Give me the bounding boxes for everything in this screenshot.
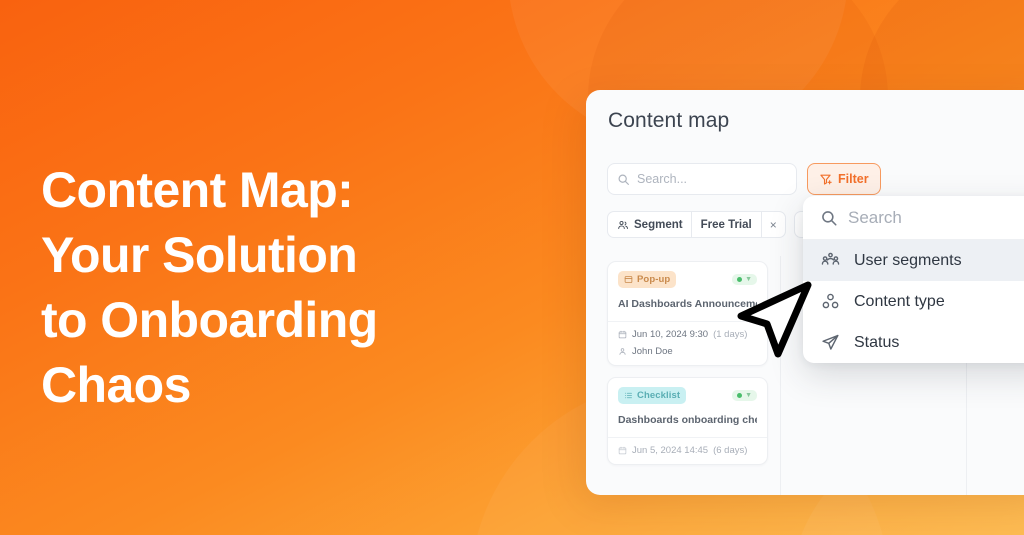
chip-field: Segment: [608, 212, 691, 237]
card-date: Jun 5, 2024 14:45: [632, 445, 709, 456]
card-status-toggle[interactable]: ▼: [732, 390, 757, 401]
status-dot: [737, 393, 743, 398]
chip-remove-icon[interactable]: ×: [760, 212, 785, 237]
toolbar: Search... Filter: [607, 163, 881, 195]
dropdown-item-user-segments[interactable]: User segments: [803, 240, 1024, 281]
dropdown-search-placeholder: Search: [848, 207, 902, 227]
badge-label: Pop-up: [637, 274, 671, 285]
search-icon: [617, 173, 630, 186]
popup-icon: [624, 275, 633, 284]
hero-banner: Content Map: Your Solution to Onboarding…: [0, 0, 1024, 535]
paper-plane-icon: [820, 332, 841, 353]
calendar-icon: [618, 446, 627, 455]
filter-button-label: Filter: [838, 172, 869, 186]
hero-headline: Content Map: Your Solution to Onboarding…: [41, 162, 378, 413]
card-status-toggle[interactable]: ▼: [732, 274, 757, 285]
card-date-line: Jun 10, 2024 9:30 (1 days): [618, 329, 757, 340]
three-circles-icon: [820, 291, 841, 312]
checklist-icon: [624, 391, 633, 400]
status-badge: Checklist: [618, 387, 687, 404]
badge-label: Checklist: [637, 390, 681, 401]
filter-plus-icon: [819, 173, 832, 186]
users-group-icon: [820, 250, 841, 271]
dropdown-item-label: User segments: [854, 251, 962, 269]
active-filter-chips: Segment Free Trial ×: [607, 211, 830, 238]
board-column-1: Pop-up ▼ AI Dashboards Announcement Jun …: [586, 256, 781, 495]
filter-chip-segment[interactable]: Segment Free Trial ×: [607, 211, 786, 238]
dropdown-item-label: Status: [854, 333, 900, 351]
dropdown-item-status[interactable]: Status: [803, 322, 1024, 363]
dropdown-search-input[interactable]: Search: [803, 196, 1024, 240]
status-dot: [737, 277, 743, 282]
chip-field-label: Segment: [634, 218, 683, 231]
chevron-down-icon: ▼: [745, 392, 752, 399]
chevron-down-icon: ▼: [745, 276, 752, 283]
page-title: Content map: [608, 109, 730, 132]
dropdown-item-label: Content type: [854, 292, 945, 310]
card-owner: John Doe: [632, 346, 673, 357]
card-title: AI Dashboards Announcement: [618, 298, 757, 310]
person-icon: [618, 347, 627, 356]
calendar-icon: [618, 330, 627, 339]
search-input[interactable]: Search...: [607, 163, 797, 195]
filter-button[interactable]: Filter: [807, 163, 881, 195]
card-duration: (1 days): [713, 329, 748, 340]
search-placeholder: Search...: [637, 172, 688, 186]
chip-value: Free Trial: [690, 212, 761, 237]
card-date-line: Jun 5, 2024 14:45 (6 days): [618, 445, 757, 456]
users-icon: [617, 219, 629, 231]
search-icon: [820, 209, 838, 227]
card-owner-line: John Doe: [618, 346, 757, 357]
dropdown-item-content-type[interactable]: Content type: [803, 281, 1024, 322]
content-card[interactable]: Pop-up ▼ AI Dashboards Announcement Jun …: [607, 261, 768, 366]
card-title: Dashboards onboarding checklist: [618, 414, 757, 426]
status-badge: Pop-up: [618, 271, 677, 288]
card-duration: (6 days): [713, 445, 748, 456]
filter-dropdown: Search User segments Content type Status: [803, 196, 1024, 363]
content-card[interactable]: Checklist ▼ Dashboards onboarding checkl…: [607, 377, 768, 465]
card-date: Jun 10, 2024 9:30: [632, 329, 709, 340]
